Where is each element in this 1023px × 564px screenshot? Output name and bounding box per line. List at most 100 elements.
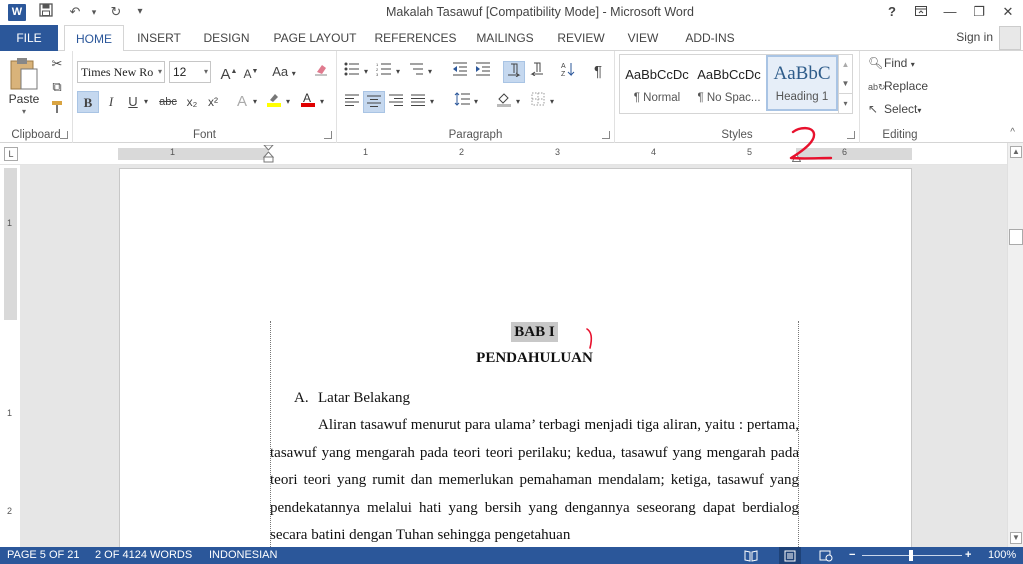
help-button[interactable]: ? bbox=[879, 2, 905, 22]
numbering-dropdown-icon[interactable]: ▾ bbox=[393, 61, 403, 83]
read-mode-icon[interactable] bbox=[744, 547, 758, 564]
indent-marker-icon[interactable] bbox=[263, 145, 274, 163]
font-launcher-icon[interactable] bbox=[324, 131, 332, 139]
text-effects-dropdown-icon[interactable]: ▾ bbox=[249, 91, 261, 113]
clear-formatting-icon[interactable] bbox=[310, 61, 332, 83]
shading-dropdown-icon[interactable]: ▾ bbox=[513, 91, 523, 113]
vertical-scrollbar[interactable]: ▲ ▼ bbox=[1007, 143, 1023, 547]
styles-launcher-icon[interactable] bbox=[847, 131, 855, 139]
shrink-font-button[interactable]: A▼ bbox=[240, 61, 262, 83]
format-painter-icon[interactable] bbox=[46, 99, 68, 121]
multilevel-list-icon[interactable] bbox=[405, 61, 427, 83]
vertical-ruler[interactable]: 1 1 2 bbox=[4, 168, 17, 546]
document-body[interactable]: BAB I PENDAHULUAN A. Latar Belakang Alira… bbox=[270, 319, 799, 547]
bullets-icon[interactable] bbox=[341, 61, 363, 83]
page-count[interactable]: PAGE 5 OF 21 bbox=[7, 547, 80, 564]
tab-insert[interactable]: INSERT bbox=[131, 25, 187, 51]
font-color-dropdown-icon[interactable]: ▾ bbox=[316, 91, 328, 113]
increase-indent-icon[interactable] bbox=[472, 61, 494, 83]
numbering-icon[interactable]: 123 bbox=[373, 61, 395, 83]
zoom-out-icon[interactable]: − bbox=[849, 547, 855, 564]
font-size-combo[interactable]: 12 ▾ bbox=[169, 61, 211, 83]
scroll-down-icon[interactable]: ▼ bbox=[1010, 532, 1022, 544]
borders-dropdown-icon[interactable]: ▾ bbox=[547, 91, 557, 113]
shading-icon[interactable] bbox=[493, 91, 515, 113]
select-button[interactable]: ↖ Select▾ bbox=[868, 102, 921, 116]
tab-view[interactable]: VIEW bbox=[622, 25, 664, 51]
zoom-in-icon[interactable]: + bbox=[965, 547, 971, 564]
avatar[interactable] bbox=[999, 26, 1021, 50]
scroll-up-icon[interactable]: ▲ bbox=[1010, 146, 1022, 158]
customize-quick-access-icon[interactable]: ▾ bbox=[131, 3, 149, 21]
borders-icon[interactable] bbox=[527, 91, 549, 113]
cut-icon[interactable]: ✂ bbox=[46, 53, 68, 75]
strikethrough-button[interactable]: abc bbox=[155, 91, 181, 113]
selected-text[interactable]: BAB I bbox=[511, 322, 558, 342]
multilevel-dropdown-icon[interactable]: ▾ bbox=[425, 61, 435, 83]
styles-more-icon[interactable]: ▾ bbox=[839, 93, 852, 112]
sort-icon[interactable]: AZ bbox=[557, 61, 579, 83]
ribbon-display-options-icon[interactable] bbox=[908, 2, 934, 22]
sign-in-link[interactable]: Sign in bbox=[956, 30, 993, 44]
line-spacing-icon[interactable] bbox=[451, 91, 473, 113]
paragraph-launcher-icon[interactable] bbox=[602, 131, 610, 139]
body-paragraph[interactable]: Aliran tasawuf menurut para ulama’ terba… bbox=[270, 412, 799, 547]
paste-button[interactable]: Paste ▾ bbox=[4, 53, 44, 123]
collapse-ribbon-icon[interactable]: ^ bbox=[1010, 127, 1015, 138]
tab-file[interactable]: FILE bbox=[0, 25, 58, 51]
close-icon[interactable]: ✕ bbox=[995, 2, 1021, 22]
undo-icon[interactable]: ↶ bbox=[66, 3, 84, 21]
language-indicator[interactable]: INDONESIAN bbox=[209, 547, 277, 564]
copy-icon[interactable]: ⧉ bbox=[46, 76, 68, 98]
align-right-icon[interactable] bbox=[385, 91, 407, 113]
print-layout-icon[interactable] bbox=[779, 547, 801, 564]
zoom-level[interactable]: 100% bbox=[988, 547, 1016, 564]
document-page[interactable]: BAB I PENDAHULUAN A. Latar Belakang Alira… bbox=[119, 168, 912, 547]
subheading[interactable]: A. Latar Belakang bbox=[270, 385, 799, 411]
tab-design[interactable]: DESIGN bbox=[198, 25, 255, 51]
minimize-icon[interactable]: — bbox=[937, 2, 963, 22]
show-hide-marks-button[interactable]: ¶ bbox=[587, 61, 609, 83]
clipboard-launcher-icon[interactable] bbox=[60, 131, 68, 139]
heading-pendahuluan[interactable]: PENDAHULUAN bbox=[270, 345, 799, 371]
undo-dropdown-icon[interactable]: ▾ bbox=[85, 3, 103, 21]
left-to-right-icon[interactable] bbox=[503, 61, 525, 83]
style-heading-1[interactable]: AaBbC Heading 1 bbox=[766, 55, 838, 111]
underline-dropdown-icon[interactable]: ▾ bbox=[140, 91, 152, 113]
decrease-indent-icon[interactable] bbox=[449, 61, 471, 83]
italic-button[interactable]: I bbox=[100, 91, 122, 113]
superscript-button[interactable]: x² bbox=[202, 91, 224, 113]
redo-icon[interactable]: ↻ bbox=[107, 3, 125, 21]
word-count[interactable]: 2 OF 4124 WORDS bbox=[95, 547, 192, 564]
highlight-dropdown-icon[interactable]: ▾ bbox=[282, 91, 294, 113]
styles-down-icon[interactable]: ▼ bbox=[839, 74, 852, 93]
styles-up-icon[interactable]: ▲ bbox=[839, 55, 852, 74]
justify-dropdown-icon[interactable]: ▾ bbox=[427, 91, 437, 113]
tab-review[interactable]: REVIEW bbox=[553, 25, 609, 51]
change-case-button[interactable]: Aa ▾ bbox=[268, 61, 300, 83]
right-indent-marker-icon[interactable] bbox=[792, 153, 801, 162]
scroll-thumb[interactable] bbox=[1009, 229, 1023, 245]
horizontal-ruler[interactable]: 1 1 2 3 4 5 6 bbox=[118, 145, 912, 163]
web-layout-icon[interactable] bbox=[819, 547, 833, 564]
restore-icon[interactable]: ❐ bbox=[966, 2, 992, 22]
tab-references[interactable]: REFERENCES bbox=[373, 25, 458, 51]
find-button[interactable]: 🔍︎Find ▾ bbox=[868, 56, 915, 70]
save-icon[interactable] bbox=[37, 3, 55, 21]
replace-button[interactable]: ab↻Replace bbox=[868, 79, 928, 93]
style-normal[interactable]: AaBbCcDc ¶ Normal bbox=[621, 55, 693, 111]
right-to-left-icon[interactable] bbox=[526, 61, 548, 83]
subscript-button[interactable]: x₂ bbox=[181, 91, 203, 113]
tab-selector-icon[interactable]: L bbox=[4, 147, 18, 161]
bullets-dropdown-icon[interactable]: ▾ bbox=[361, 61, 371, 83]
align-center-icon[interactable] bbox=[363, 91, 385, 113]
grow-font-button[interactable]: A▲ bbox=[218, 61, 240, 83]
font-name-dropdown-icon[interactable]: ▾ bbox=[158, 62, 162, 82]
tab-home[interactable]: HOME bbox=[64, 25, 124, 52]
align-left-icon[interactable] bbox=[341, 91, 363, 113]
tab-page-layout[interactable]: PAGE LAYOUT bbox=[268, 25, 362, 51]
font-size-dropdown-icon[interactable]: ▾ bbox=[204, 62, 208, 82]
bold-button[interactable]: B bbox=[77, 91, 99, 113]
font-name-combo[interactable]: Times New Ro ▾ bbox=[77, 61, 165, 83]
justify-icon[interactable] bbox=[407, 91, 429, 113]
